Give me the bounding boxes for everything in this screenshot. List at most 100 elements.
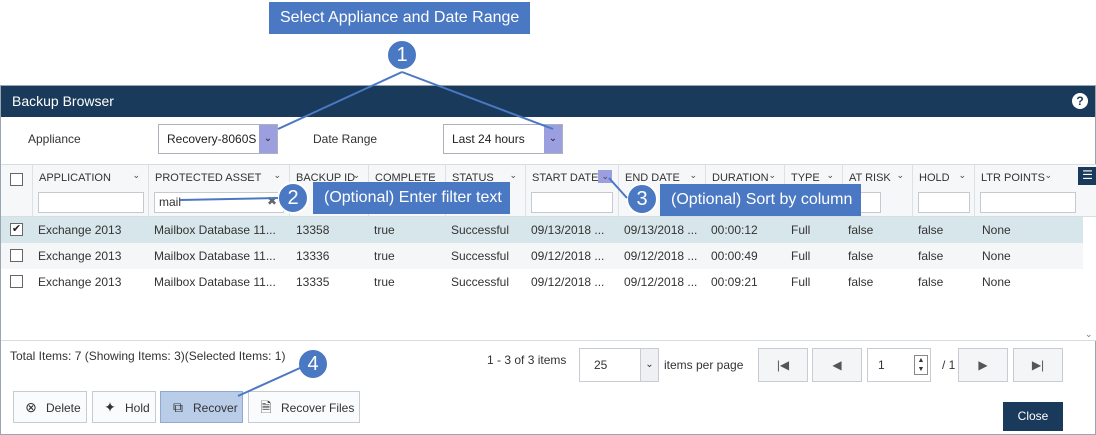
cell-at-risk: false bbox=[848, 275, 874, 289]
filter-input-application[interactable] bbox=[38, 192, 144, 213]
spinner-icon[interactable]: ▲ ▼ bbox=[914, 355, 928, 375]
column-ltr-points[interactable]: LTR POINTS ⌄ bbox=[974, 165, 1078, 218]
cell-status: Successful bbox=[451, 223, 510, 237]
grid-scrollbar[interactable]: ⌄ bbox=[1083, 217, 1096, 340]
footer-divider bbox=[1, 340, 1096, 341]
column-label: START DATE bbox=[532, 172, 599, 184]
recover-label: Recover bbox=[193, 401, 238, 415]
cell-duration: 00:00:49 bbox=[711, 249, 758, 263]
hold-label: Hold bbox=[125, 401, 150, 415]
cell-end: 09/12/2018 ... bbox=[624, 249, 698, 263]
column-label: DURATION bbox=[712, 172, 769, 184]
cell-end: 09/12/2018 ... bbox=[624, 275, 698, 289]
callout-1-badge: 1 bbox=[386, 39, 418, 71]
page-input[interactable]: 1 ▲ ▼ bbox=[867, 348, 931, 382]
column-menu-icon[interactable]: ⌄ bbox=[896, 170, 904, 181]
dialog-title: Backup Browser bbox=[12, 93, 114, 109]
select-all-checkbox[interactable] bbox=[10, 173, 23, 186]
column-menu-icon[interactable]: ⌄ bbox=[826, 170, 834, 181]
chevron-down-icon[interactable]: ⌄ bbox=[544, 125, 562, 153]
close-button[interactable]: Close bbox=[1003, 402, 1063, 431]
column-start-date[interactable]: START DATE ⌄ bbox=[525, 165, 618, 218]
page-input-value: 1 bbox=[878, 358, 885, 372]
first-page-icon: |◀ bbox=[776, 358, 790, 372]
cell-complete: true bbox=[374, 223, 395, 237]
cell-start: 09/13/2018 ... bbox=[531, 223, 605, 237]
per-page-label: items per page bbox=[664, 358, 744, 372]
date-range-label: Date Range bbox=[313, 132, 378, 146]
column-menu-icon[interactable]: ⌄ bbox=[958, 170, 966, 181]
cell-duration: 00:09:21 bbox=[711, 275, 758, 289]
appliance-select-value: Recovery-8060S bbox=[167, 132, 257, 146]
cell-hold: false bbox=[918, 249, 944, 263]
cell-type: Full bbox=[791, 249, 811, 263]
column-menu-icon[interactable]: ⌄ bbox=[1044, 170, 1052, 181]
cell-asset: Mailbox Database 11... bbox=[154, 275, 276, 289]
cell-type: Full bbox=[791, 275, 811, 289]
first-page-button[interactable]: |◀ bbox=[758, 348, 808, 382]
recover-button[interactable]: ⧉ Recover bbox=[160, 391, 243, 423]
grid-header: APPLICATION ⌄ PROTECTED ASSET ⌄ mail ✖ B… bbox=[1, 164, 1096, 218]
row-checkbox[interactable] bbox=[10, 249, 23, 262]
column-menu-icon[interactable]: ⌄ bbox=[429, 170, 437, 181]
cell-asset: Mailbox Database 11... bbox=[154, 223, 276, 237]
delete-button[interactable]: ⊗ Delete bbox=[13, 391, 87, 423]
date-range-select[interactable]: Last 24 hours ⌄ bbox=[443, 124, 563, 154]
prev-page-button[interactable]: ◀ bbox=[812, 348, 862, 382]
filter-input-protected-asset[interactable]: mail ✖ bbox=[154, 192, 284, 213]
page-total: / 1 bbox=[942, 358, 956, 372]
callout-3-label: (Optional) Sort by column bbox=[660, 184, 861, 216]
chevron-down-icon[interactable]: ⌄ bbox=[640, 349, 658, 381]
column-hold[interactable]: HOLD ⌄ bbox=[912, 165, 974, 218]
next-page-button[interactable]: ▶ bbox=[958, 348, 1008, 382]
help-icon[interactable]: ? bbox=[1072, 93, 1088, 109]
cell-backup-id: 13336 bbox=[296, 249, 330, 263]
callout-4-badge: 4 bbox=[297, 348, 329, 380]
callout-3-badge: 3 bbox=[626, 183, 658, 215]
callout-2-label: (Optional) Enter filter text bbox=[313, 182, 510, 214]
next-page-icon: ▶ bbox=[978, 358, 988, 372]
cell-complete: true bbox=[374, 275, 395, 289]
column-menu-icon[interactable]: ⌄ bbox=[768, 170, 776, 181]
per-page-select[interactable]: 25 ⌄ bbox=[579, 348, 659, 382]
row-checkbox[interactable] bbox=[10, 275, 23, 288]
column-protected-asset[interactable]: PROTECTED ASSET ⌄ mail ✖ bbox=[148, 165, 289, 218]
cell-start: 09/12/2018 ... bbox=[531, 249, 605, 263]
column-label: TYPE bbox=[791, 172, 820, 184]
column-menu-icon[interactable]: ⌄ bbox=[689, 170, 697, 181]
filter-input-ltr-points[interactable] bbox=[980, 192, 1076, 213]
per-page-value: 25 bbox=[594, 358, 608, 372]
appliance-select[interactable]: Recovery-8060S ⌄ bbox=[158, 124, 278, 154]
hold-button[interactable]: ✦ Hold bbox=[92, 391, 156, 423]
table-row[interactable]: Exchange 2013 Mailbox Database 11... 13335… bbox=[1, 269, 1083, 295]
file-icon: 🗎 bbox=[260, 399, 272, 415]
chevron-down-icon[interactable]: ⌄ bbox=[259, 125, 277, 153]
column-application[interactable]: APPLICATION ⌄ bbox=[32, 165, 148, 218]
cell-at-risk: false bbox=[848, 223, 874, 237]
range-text: 1 - 3 of 3 items bbox=[487, 353, 567, 367]
row-checkbox[interactable]: ✔ bbox=[10, 223, 23, 236]
filter-input-hold[interactable] bbox=[918, 192, 970, 213]
cell-hold: false bbox=[918, 275, 944, 289]
filter-value: mail bbox=[159, 195, 182, 209]
cell-duration: 00:00:12 bbox=[711, 223, 758, 237]
column-menu-icon[interactable]: ⌄ bbox=[273, 170, 281, 181]
recover-files-button[interactable]: 🗎 Recover Files bbox=[248, 391, 360, 423]
recover-icon: ⧉ bbox=[173, 399, 183, 415]
column-menu-icon[interactable]: ⌄ bbox=[509, 170, 517, 181]
column-menu-icon[interactable]: ⌄ bbox=[132, 170, 140, 181]
column-label: HOLD bbox=[919, 172, 950, 184]
column-menu-icon[interactable]: ⌄ bbox=[598, 170, 612, 183]
cell-status: Successful bbox=[451, 249, 510, 263]
column-menu-icon[interactable]: ⌄ bbox=[352, 170, 360, 181]
last-page-button[interactable]: ▶| bbox=[1013, 348, 1063, 382]
totals-text: Total Items: 7 (Showing Items: 3)(Select… bbox=[10, 349, 286, 363]
table-row[interactable]: Exchange 2013 Mailbox Database 11... 13336… bbox=[1, 243, 1083, 269]
filter-input-start-date[interactable] bbox=[531, 192, 613, 213]
column-chooser-icon[interactable]: ☰ bbox=[1078, 167, 1096, 185]
callout-1-label: Select Appliance and Date Range bbox=[269, 2, 531, 34]
chevron-down-icon[interactable]: ⌄ bbox=[1085, 329, 1093, 340]
clear-icon[interactable]: ✖ bbox=[267, 194, 277, 208]
cell-application: Exchange 2013 bbox=[38, 249, 122, 263]
table-row[interactable]: ✔ Exchange 2013 Mailbox Database 11... 1335… bbox=[1, 217, 1083, 243]
